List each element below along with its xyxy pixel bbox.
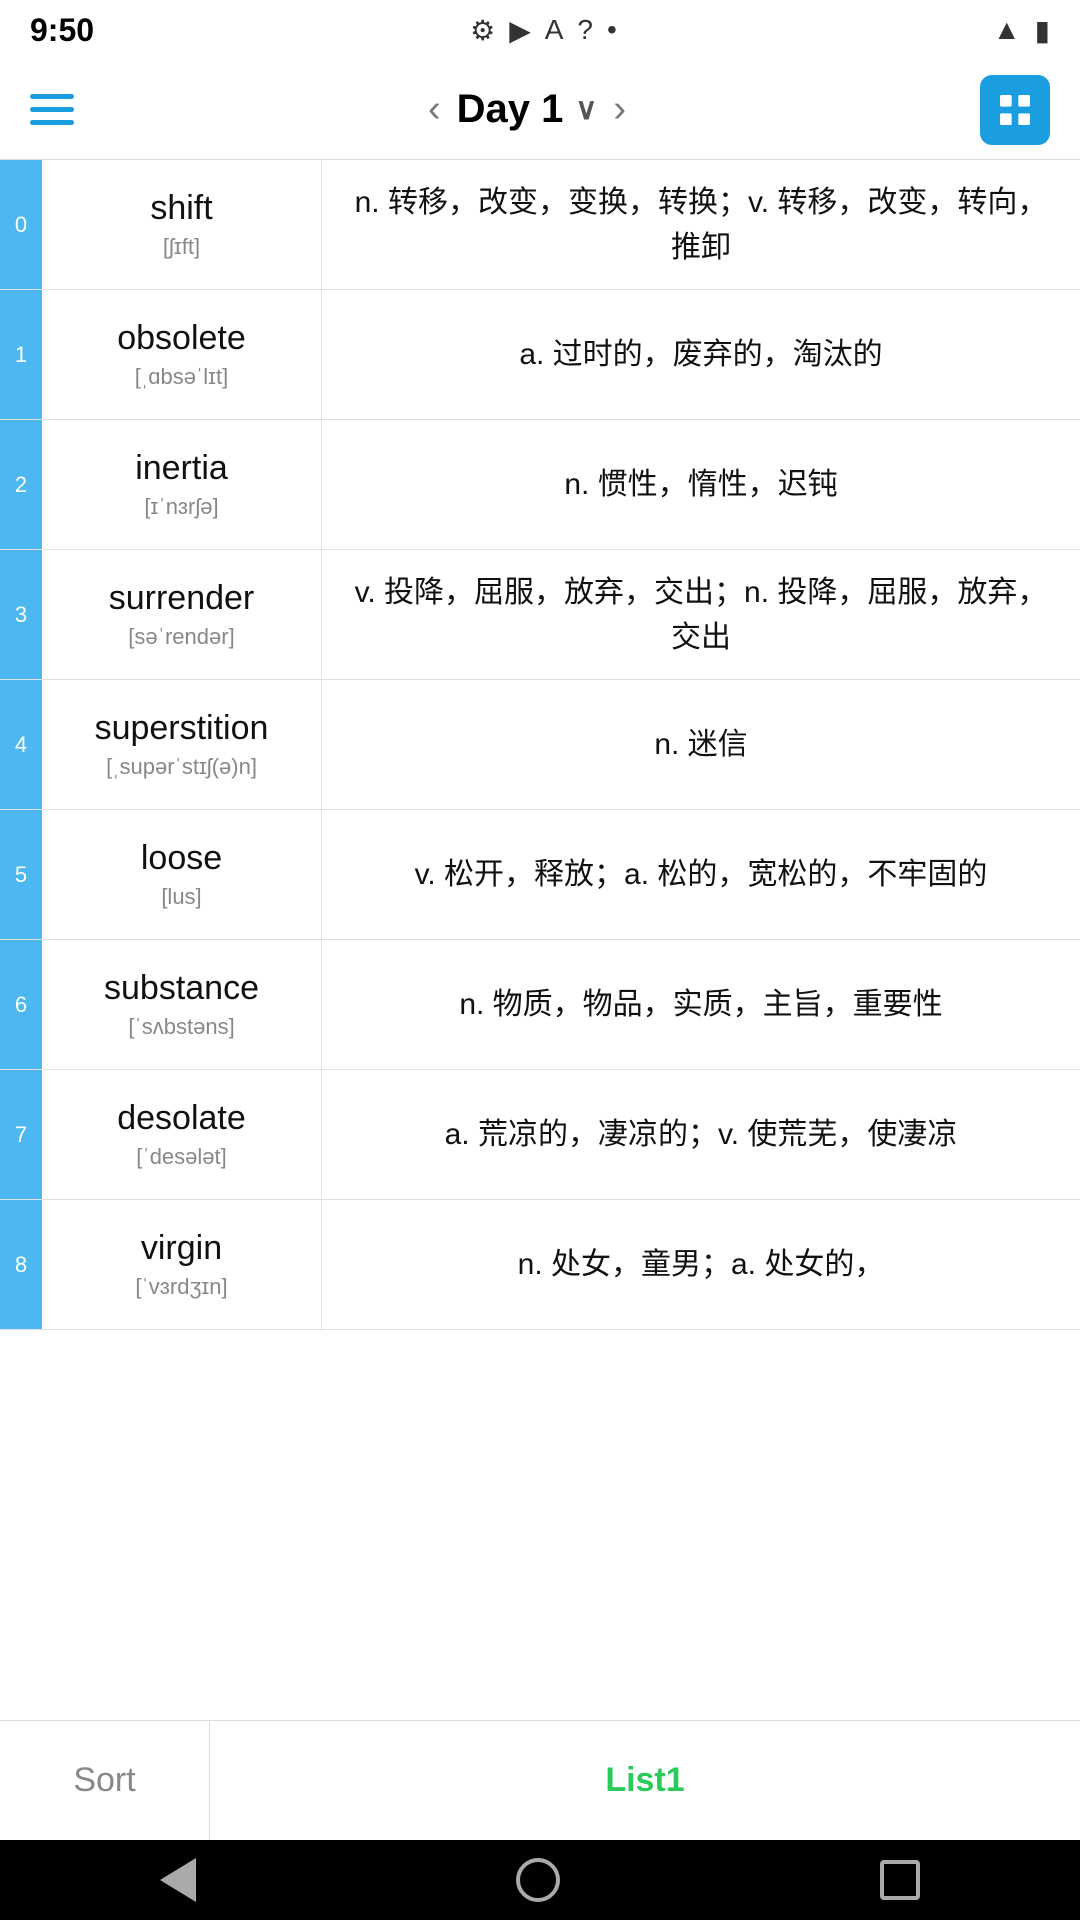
status-right: ▲ ▮ — [993, 14, 1050, 47]
word-english: superstition — [95, 709, 269, 748]
table-row[interactable]: 5 loose [lus] v. 松开，释放；a. 松的，宽松的，不牢固的 — [0, 810, 1080, 940]
word-index: 1 — [0, 290, 42, 419]
status-bar: 9:50 ⚙ ▶ A ? • ▲ ▮ — [0, 0, 1080, 60]
nav-title-area: ‹ Day 1 ∨ › — [428, 87, 626, 132]
wifi-icon: ? — [577, 14, 593, 46]
word-english: inertia — [135, 449, 228, 488]
recents-icon — [880, 1860, 920, 1900]
table-row[interactable]: 7 desolate [ˈdesələt] a. 荒凉的，凄凉的；v. 使荒芜，使凄凉 — [0, 1070, 1080, 1200]
word-phonetic: [lus] — [161, 884, 201, 910]
word-english: virgin — [141, 1229, 222, 1268]
word-definition: v. 松开，释放；a. 松的，宽松的，不牢固的 — [322, 810, 1080, 939]
word-english: surrender — [109, 579, 255, 618]
grid-icon — [995, 90, 1035, 130]
table-row[interactable]: 6 substance [ˈsʌbstəns] n. 物质，物品，实质，主旨，重要性 — [0, 940, 1080, 1070]
word-phonetic: [ˌɑbsəˈlɪt] — [135, 364, 228, 390]
status-time: 9:50 — [30, 12, 94, 49]
word-left: shift [ʃɪft] — [42, 160, 322, 289]
word-english: shift — [150, 189, 212, 228]
home-nav-button[interactable] — [516, 1858, 560, 1902]
word-index: 0 — [0, 160, 42, 289]
chevron-down-icon: ∨ — [575, 92, 597, 127]
day-title[interactable]: Day 1 ∨ — [457, 87, 598, 132]
table-row[interactable]: 3 surrender [səˈrendər] v. 投降，屈服，放弃，交出；n. 投… — [0, 550, 1080, 680]
word-definition: n. 物质，物品，实质，主旨，重要性 — [322, 940, 1080, 1069]
menu-line-3 — [30, 120, 74, 125]
prev-button[interactable]: ‹ — [428, 88, 441, 131]
word-phonetic: [ˈdesələt] — [136, 1144, 227, 1170]
list1-tab[interactable]: List1 — [210, 1721, 1080, 1840]
back-nav-button[interactable] — [160, 1858, 196, 1902]
word-index: 3 — [0, 550, 42, 679]
word-index: 2 — [0, 420, 42, 549]
word-definition: a. 过时的，废弃的，淘汰的 — [322, 290, 1080, 419]
grid-view-button[interactable] — [980, 75, 1050, 145]
sort-tab[interactable]: Sort — [0, 1721, 210, 1840]
word-english: loose — [141, 839, 222, 878]
word-definition: a. 荒凉的，凄凉的；v. 使荒芜，使凄凉 — [322, 1070, 1080, 1199]
bottom-tab-bar: Sort List1 — [0, 1720, 1080, 1840]
word-english: obsolete — [117, 319, 246, 358]
table-row[interactable]: 0 shift [ʃɪft] n. 转移，改变，变换，转换；v. 转移，改变，转向，推… — [0, 160, 1080, 290]
word-definition: n. 转移，改变，变换，转换；v. 转移，改变，转向，推卸 — [322, 160, 1080, 289]
word-phonetic: [səˈrendər] — [128, 624, 234, 650]
table-row[interactable]: 2 inertia [ɪˈnɜrʃə] n. 惯性，惰性，迟钝 — [0, 420, 1080, 550]
word-left: obsolete [ˌɑbsəˈlɪt] — [42, 290, 322, 419]
word-phonetic: [ʃɪft] — [163, 234, 200, 260]
word-definition: v. 投降，屈服，放弃，交出；n. 投降，屈服，放弃，交出 — [322, 550, 1080, 679]
home-icon — [516, 1858, 560, 1902]
day-title-text: Day 1 — [457, 87, 564, 132]
word-english: substance — [104, 969, 259, 1008]
word-definition: n. 处女，童男；a. 处女的， — [322, 1200, 1080, 1329]
word-index: 4 — [0, 680, 42, 809]
word-index: 7 — [0, 1070, 42, 1199]
word-left: loose [lus] — [42, 810, 322, 939]
word-phonetic: [ˌsupərˈstɪʃ(ə)n] — [106, 754, 257, 780]
battery-icon: ▮ — [1035, 14, 1050, 47]
status-icons: ⚙ ▶ A ? • — [470, 14, 617, 47]
word-index: 6 — [0, 940, 42, 1069]
signal-icon: ▲ — [993, 14, 1021, 46]
table-row[interactable]: 8 virgin [ˈvɜrdʒɪn] n. 处女，童男；a. 处女的， — [0, 1200, 1080, 1330]
word-left: virgin [ˈvɜrdʒɪn] — [42, 1200, 322, 1329]
word-left: substance [ˈsʌbstəns] — [42, 940, 322, 1069]
word-english: desolate — [117, 1099, 246, 1138]
word-definition: n. 惯性，惰性，迟钝 — [322, 420, 1080, 549]
top-nav: ‹ Day 1 ∨ › — [0, 60, 1080, 160]
menu-line-1 — [30, 94, 74, 99]
word-phonetic: [ˈsʌbstəns] — [128, 1014, 234, 1040]
menu-line-2 — [30, 107, 74, 112]
word-left: superstition [ˌsupərˈstɪʃ(ə)n] — [42, 680, 322, 809]
settings-icon: ⚙ — [470, 14, 495, 47]
word-phonetic: [ˈvɜrdʒɪn] — [135, 1274, 227, 1300]
table-row[interactable]: 4 superstition [ˌsupərˈstɪʃ(ə)n] n. 迷信 — [0, 680, 1080, 810]
table-row[interactable]: 1 obsolete [ˌɑbsəˈlɪt] a. 过时的，废弃的，淘汰的 — [0, 290, 1080, 420]
word-list: 0 shift [ʃɪft] n. 转移，改变，变换，转换；v. 转移，改变，转向，推… — [0, 160, 1080, 1720]
dot-icon: • — [607, 14, 617, 46]
word-index: 5 — [0, 810, 42, 939]
word-definition: n. 迷信 — [322, 680, 1080, 809]
word-left: surrender [səˈrendər] — [42, 550, 322, 679]
back-icon — [160, 1858, 196, 1902]
play-icon: ▶ — [509, 14, 531, 47]
next-button[interactable]: › — [613, 88, 626, 131]
word-phonetic: [ɪˈnɜrʃə] — [144, 494, 218, 520]
android-nav-bar — [0, 1840, 1080, 1920]
word-index: 8 — [0, 1200, 42, 1329]
word-left: desolate [ˈdesələt] — [42, 1070, 322, 1199]
word-left: inertia [ɪˈnɜrʃə] — [42, 420, 322, 549]
font-icon: A — [545, 14, 564, 46]
menu-button[interactable] — [30, 94, 74, 125]
recents-nav-button[interactable] — [880, 1860, 920, 1900]
